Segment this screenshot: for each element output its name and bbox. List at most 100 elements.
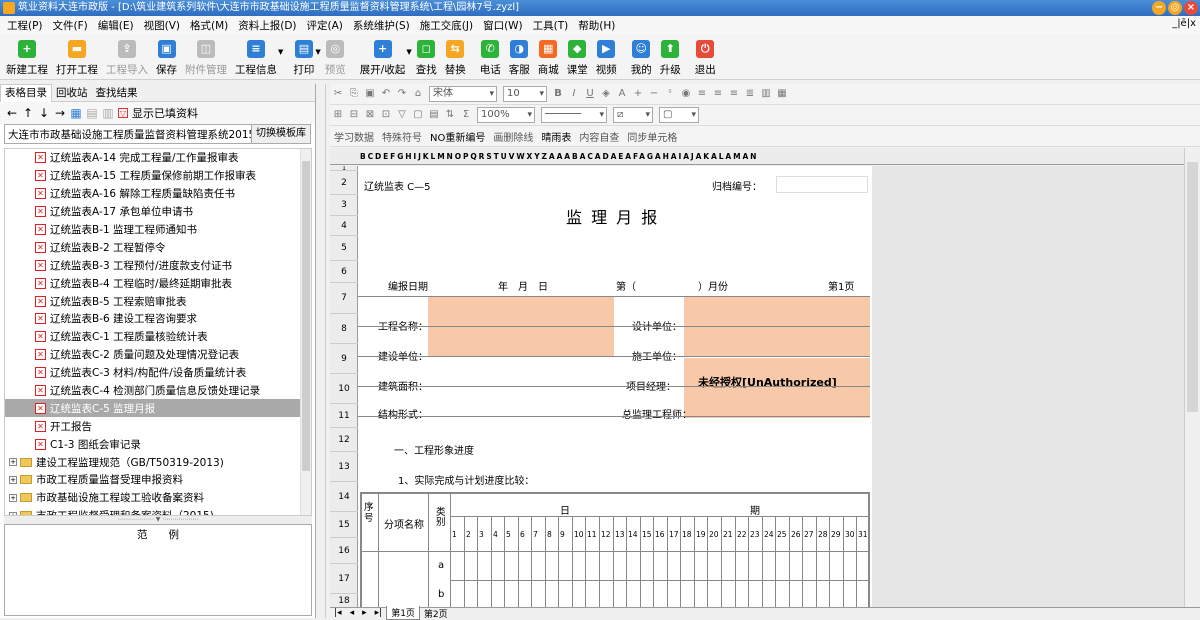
expand-icon[interactable]: + (9, 475, 17, 484)
first-sheet-icon[interactable]: |◂ (330, 608, 346, 618)
zoom-select[interactable]: 100% (477, 107, 535, 123)
row-number[interactable]: 14 (330, 482, 358, 512)
row-number[interactable]: 17 (330, 564, 358, 594)
renumber-button[interactable]: NO重新编号 (430, 129, 485, 144)
tree-item[interactable]: ✕ 辽统监表A-14 完成工程量/工作量报审表 (5, 149, 311, 167)
merge-icon[interactable]: ⊠ (364, 109, 376, 121)
row-number[interactable]: 10 (330, 374, 358, 404)
tree-item[interactable]: ✕ 辽统监表A-17 承包单位申请书 (5, 203, 311, 221)
special-symbol-button[interactable]: 特殊符号 (382, 129, 422, 144)
split-icon[interactable]: ⊡ (380, 109, 392, 121)
tab-recycle[interactable]: 回收站 (52, 85, 92, 100)
row-number[interactable]: 3 (330, 195, 358, 216)
menu-item-11[interactable]: 帮助(H) (573, 18, 620, 33)
toolbar-upgrade-button[interactable]: ⬆ 升级 (656, 34, 685, 80)
row-number[interactable]: 13 (330, 452, 358, 482)
next-sheet-icon[interactable]: ▸ (358, 608, 371, 618)
sync-cell-button[interactable]: 同步单元格 (627, 129, 677, 144)
toolbar-power-button[interactable]: ⏻ 退出 (691, 34, 720, 80)
row-number[interactable]: 11 (330, 404, 358, 428)
toolbar-folder-button[interactable]: ▬ 打开工程 (52, 34, 102, 80)
tree-item[interactable]: ✕ 辽统监表A-16 解除工程质量缺陷责任书 (5, 185, 311, 203)
menu-item-5[interactable]: 资料上报(D) (233, 18, 301, 33)
tree-item[interactable]: ✕ 辽统监表C-2 质量问题及处理情况登记表 (5, 346, 311, 364)
font-select[interactable]: 宋体 (429, 86, 497, 102)
mdi-controls[interactable]: _|ē|x (1172, 18, 1196, 29)
format-painter-icon[interactable]: ⌂ (412, 88, 424, 100)
align-center-icon[interactable]: ≡ (712, 88, 724, 100)
row-number[interactable]: 8 (330, 314, 358, 344)
grid-icon[interactable]: ▦ (776, 88, 788, 100)
row-number[interactable]: 15 (330, 512, 358, 538)
strikethrough-button[interactable]: 画删除线 (493, 129, 533, 144)
minus-icon[interactable]: − (648, 88, 660, 100)
plus-icon[interactable]: + (632, 88, 644, 100)
tree-item[interactable]: ✕ 开工报告 (5, 417, 311, 435)
toolbar-phone-button[interactable]: ✆ 电话 (476, 34, 505, 80)
toolbar-user-button[interactable]: ☺ 我的 (627, 34, 656, 80)
grid-icon[interactable]: ▦ (70, 106, 82, 120)
paste-icon[interactable]: ▣ (364, 88, 376, 100)
font-color-icon[interactable]: A (616, 88, 628, 100)
row-number[interactable]: 6 (330, 261, 358, 283)
tree-item[interactable]: ✕ 辽统监表C-5 监理月报 (5, 399, 311, 418)
menu-item-9[interactable]: 窗口(W) (478, 18, 528, 33)
toolbar-find-button[interactable]: ◻ 查找 (412, 34, 441, 80)
size-select[interactable]: 10 (503, 86, 547, 102)
tree-scrollbar[interactable] (300, 149, 311, 515)
row-number[interactable]: 7 (330, 283, 358, 314)
back-arrow-icon[interactable]: ← (6, 106, 18, 120)
tree-item[interactable]: ✕ 辽统监表B-2 工程暂停令 (5, 238, 311, 256)
bold-icon[interactable]: B (552, 88, 564, 100)
align-left-icon[interactable]: ≡ (696, 88, 708, 100)
restore-icon[interactable]: ◎ (1168, 1, 1182, 15)
menu-item-7[interactable]: 系统维护(S) (348, 18, 415, 33)
tree-item[interactable]: + 建设工程监理规范（GB/T50319-2013) (5, 453, 311, 471)
tree-item[interactable]: ✕ 辽统监表B-4 工程临时/最终延期审批表 (5, 274, 311, 292)
spreadsheet[interactable]: 1 2 3 4 5 6 7 8 9 10 11 12 13 14 15 16 17 18 辽统监表 C—5 归档编… (330, 166, 1184, 607)
align-right-icon[interactable]: ≡ (728, 88, 740, 100)
toolbar-print-button[interactable]: ▤ 打印 (289, 34, 318, 80)
close-icon[interactable]: × (1184, 1, 1198, 15)
redo-icon[interactable]: ↷ (396, 88, 408, 100)
expand-icon[interactable]: + (9, 493, 17, 502)
fill-color-icon[interactable]: ◈ (600, 88, 612, 100)
expand-icon[interactable]: + (9, 458, 17, 467)
row-number[interactable]: 12 (330, 428, 358, 452)
stamp-icon[interactable]: ◉ (680, 88, 692, 100)
learn-data-button[interactable]: 学习数据 (334, 129, 374, 144)
copy-icon[interactable]: ▤ (86, 106, 98, 120)
superscript-icon[interactable]: ˢ (664, 88, 676, 100)
weather-table-button[interactable]: 晴雨表 (541, 129, 571, 144)
tree-item[interactable]: ✕ 辽统监表B-3 工程预付/进度款支付证书 (5, 256, 311, 274)
row-number[interactable]: 2 (330, 171, 358, 195)
tree-item[interactable]: ✕ 辽统监表B-5 工程索赔审批表 (5, 292, 311, 310)
toolbar-headset-button[interactable]: ◑ 客服 (505, 34, 534, 80)
toolbar-video-button[interactable]: ▶ 视频 (592, 34, 621, 80)
menu-item-2[interactable]: 编辑(E) (93, 18, 139, 33)
menu-item-1[interactable]: 文件(F) (48, 18, 93, 33)
switch-template-button[interactable]: 切换模板库 (251, 125, 310, 143)
sheet-scrollbar[interactable] (1184, 148, 1200, 608)
show-filled-checkbox[interactable]: ▽ (118, 108, 128, 118)
tree-item[interactable]: ✕ 辽统监表B-1 监理工程师通知书 (5, 221, 311, 239)
copy-icon[interactable]: ⎘ (348, 88, 360, 100)
dropdown-arrow-icon[interactable]: ▼ (278, 48, 283, 56)
sort-icon[interactable]: ⇅ (444, 109, 456, 121)
tree-item[interactable]: ✕ 辽统监表C-3 材料/构配件/设备质量统计表 (5, 364, 311, 382)
date-value[interactable]: 年 月 日 (498, 278, 548, 293)
tree-item[interactable]: + 市政基础设施工程竣工验收备案资料 (5, 489, 311, 507)
toolbar-info-button[interactable]: ≡ 工程信息 (231, 34, 281, 80)
toolbar-replace-button[interactable]: ⇆ 替换 (441, 34, 470, 80)
toolbar-attachment-button[interactable]: ◫ 附件管理 (181, 34, 231, 80)
menu-item-0[interactable]: 工程(P) (2, 18, 48, 33)
tree-item[interactable]: + 市政工程质量监督受理申报资料 (5, 471, 311, 489)
tree-item[interactable]: ✕ 辽统监表C-4 检测部门质量信息反馈处理记录 (5, 382, 311, 400)
line-color-select[interactable]: ⧄ (613, 107, 653, 123)
lock-icon[interactable]: ▤ (428, 109, 440, 121)
row-number[interactable]: 4 (330, 216, 358, 236)
tree-item[interactable]: ✕ 辽统监表C-1 工程质量核验统计表 (5, 328, 311, 346)
insert-row-icon[interactable]: ⊞ (332, 109, 344, 121)
filter-icon[interactable]: ▽ (396, 109, 408, 121)
prev-sheet-icon[interactable]: ◂ (346, 608, 359, 618)
